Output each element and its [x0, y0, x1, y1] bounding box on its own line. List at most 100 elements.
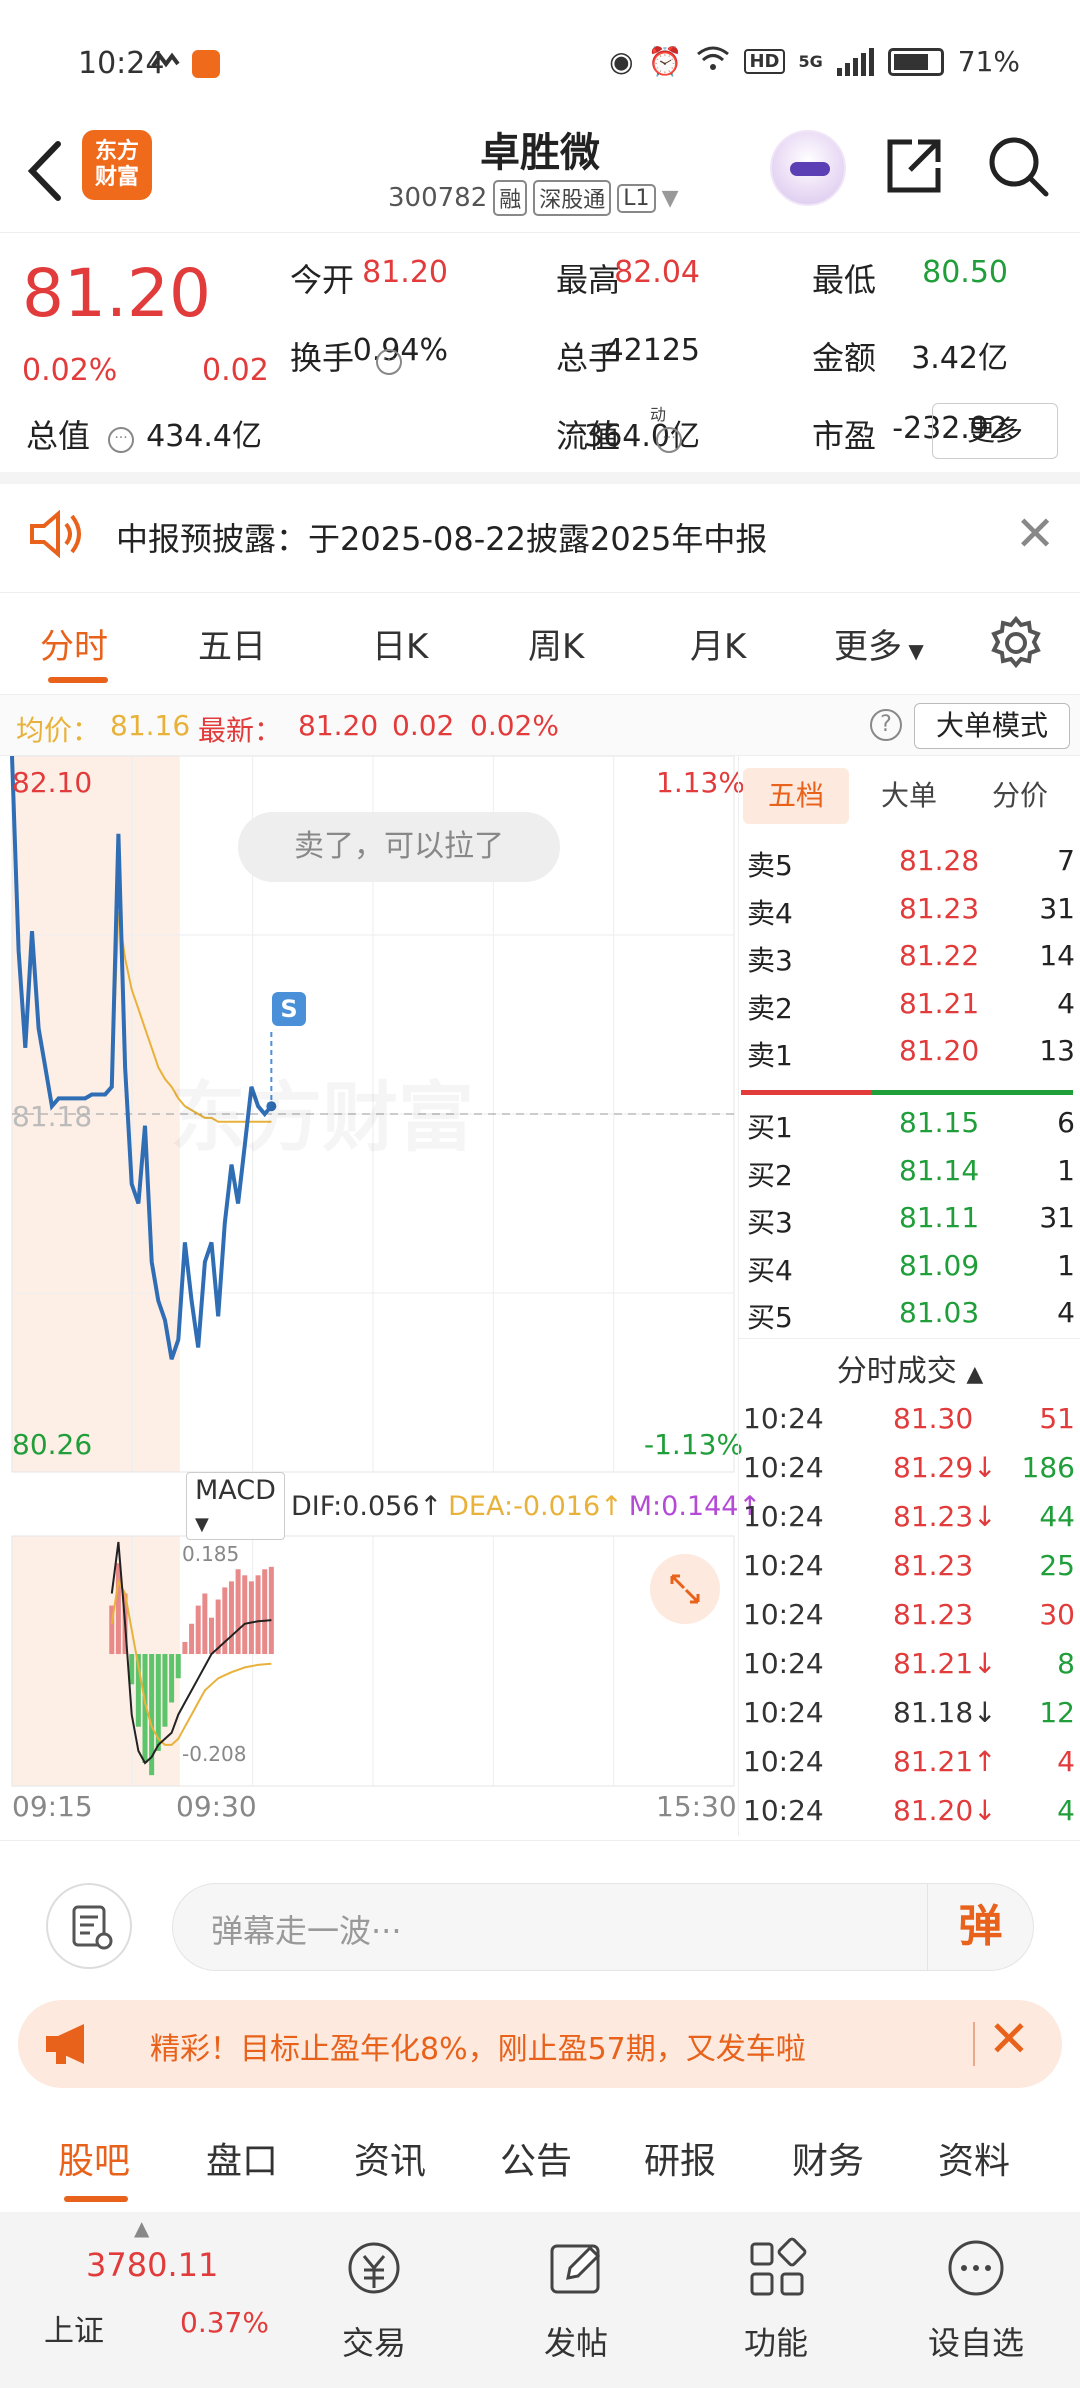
close-icon[interactable]: ✕ [1015, 506, 1055, 562]
more-dots-icon [948, 2240, 1004, 2296]
tab-more[interactable]: 更多 ▼ [834, 619, 924, 668]
bids-row[interactable]: 买3 81.11 31 [739, 1195, 1080, 1241]
price-point [131, 1184, 132, 1185]
tab-news[interactable]: 资讯 [354, 2132, 426, 2184]
tab-price-dist[interactable]: 分价 [965, 768, 1075, 824]
stock-header: 东方 财富 卓胜微 300782 融 深股通 L1 ▼ [0, 120, 1080, 232]
macd-top-label: 0.185 [182, 1542, 240, 1566]
caret-down-icon[interactable]: ▼ [662, 186, 679, 211]
search-icon[interactable] [986, 134, 1050, 198]
order-book-tabs: 五档 大单 分价 [739, 768, 1080, 824]
tab-forum[interactable]: 股吧 [58, 2132, 130, 2184]
edit-icon [550, 2244, 601, 2294]
chart-canvas [10, 756, 735, 1787]
asks-row[interactable]: 卖1 81.20 13 [739, 1028, 1080, 1074]
trade-price: 81.29↓ [893, 1451, 997, 1484]
info-icon[interactable]: ··· [108, 427, 134, 453]
trade-volume: 44 [1039, 1500, 1075, 1533]
settings-gear-icon[interactable] [988, 615, 1044, 675]
bids-row[interactable]: 买4 81.09 1 [739, 1243, 1080, 1289]
bids-level-label: 买3 [747, 1206, 793, 1239]
bids-row[interactable]: 买2 81.14 1 [739, 1148, 1080, 1194]
macd-bar [255, 1575, 261, 1655]
stock-code: 300782 [388, 183, 488, 213]
asks-row[interactable]: 卖5 81.28 7 [739, 838, 1080, 884]
quote-field-value: 82.04 [614, 255, 700, 290]
asks-row[interactable]: 卖4 81.23 31 [739, 886, 1080, 932]
tab-intraday[interactable]: 分时 [40, 619, 108, 668]
app-notification-icon [150, 52, 180, 76]
bids-volume: 4 [1057, 1296, 1075, 1329]
price-point [191, 1300, 192, 1301]
tab-weekly-k[interactable]: 周K [528, 619, 584, 668]
info-icon[interactable]: ··· [376, 349, 402, 375]
notes-icon[interactable] [46, 1883, 132, 1969]
nav-functions[interactable]: 功能 [676, 2212, 876, 2388]
sell-signal-marker[interactable]: S [272, 992, 306, 1026]
tab-profile[interactable]: 资料 [938, 2132, 1010, 2184]
share-icon[interactable] [882, 134, 946, 198]
price-point [238, 1203, 239, 1204]
close-icon[interactable]: ✕ [988, 2010, 1030, 2068]
tab-five-day[interactable]: 五日 [198, 619, 266, 668]
danmu-input[interactable]: 弹幕走一波··· 弹 [172, 1883, 1034, 1971]
more-quote-button[interactable]: 更多 [932, 403, 1058, 459]
help-icon[interactable]: ? [870, 709, 902, 741]
indicator-select-label: MACD [195, 1475, 276, 1506]
bids-price: 81.03 [899, 1296, 980, 1329]
nav-post[interactable]: 发帖 [476, 2212, 676, 2388]
trade-row: 10:24 81.29↓ 186 [739, 1445, 1080, 1491]
price-point [45, 1067, 46, 1068]
tab-big-orders[interactable]: 大单 [859, 768, 959, 824]
trades-header[interactable]: 分时成交 ▲ [739, 1346, 1080, 1390]
big-order-mode-button[interactable]: 大单模式 [914, 703, 1070, 749]
tab-announcements[interactable]: 公告 [500, 2132, 572, 2184]
intraday-chart[interactable]: 82.10 1.13% 80.26 -1.13% 81.18 东方财富 卖了，可… [0, 756, 761, 1836]
asks-level-label: 卖1 [747, 1039, 793, 1072]
nav-add-watchlist[interactable]: 设自选 [876, 2212, 1076, 2388]
price-point [178, 1339, 179, 1340]
price-point [25, 1047, 26, 1048]
tab-five-levels[interactable]: 五档 [743, 768, 849, 824]
trade-price: 81.30 [893, 1402, 974, 1435]
index-percent: 0.37% [180, 2306, 269, 2339]
price-point [18, 950, 19, 951]
dif-value: DIF:0.056↑ [290, 1490, 443, 1522]
promo-banner[interactable]: 精彩！目标止盈年化8%，刚止盈57期，又发车啦 ✕ [18, 2000, 1062, 2088]
info-icon[interactable]: ··· [656, 427, 682, 453]
tab-daily-k[interactable]: 日K [372, 619, 428, 668]
nav-trade-label: 交易 [341, 2324, 406, 2362]
tab-financials[interactable]: 财务 [792, 2132, 864, 2184]
trade-price: 81.23 [893, 1549, 974, 1582]
nav-trade[interactable]: 交易 [274, 2212, 474, 2388]
trade-time: 10:24 [743, 1696, 824, 1729]
quote-field-value: 81.20 [362, 255, 448, 290]
asks-volume: 13 [1039, 1034, 1075, 1067]
nav-post-label: 发帖 [543, 2324, 608, 2362]
danmu-send-button[interactable]: 弹 [927, 1884, 1033, 1970]
fullscreen-expand-icon[interactable] [650, 1554, 720, 1624]
tab-market-depth[interactable]: 盘口 [206, 2132, 278, 2184]
bids-row[interactable]: 买1 81.15 6 [739, 1100, 1080, 1146]
macd-bar [235, 1569, 241, 1655]
index-ticker[interactable]: ▲ 3780.11 上证 0.37% [38, 2212, 269, 2388]
notice-bar[interactable]: 中报预披露：于2025-08-22披露2025年中报 ✕ [0, 484, 1080, 590]
macd-bar [195, 1605, 201, 1655]
chart-high-price: 82.10 [12, 766, 93, 799]
trade-price: 81.21↑ [893, 1745, 997, 1778]
bottom-nav: ▲ 3780.11 上证 0.37% 交易 发帖 功能 设自选 [0, 2212, 1080, 2388]
tab-research[interactable]: 研报 [644, 2132, 716, 2184]
divider [973, 2022, 975, 2066]
asks-row[interactable]: 卖2 81.21 4 [739, 981, 1080, 1027]
ai-assistant-avatar[interactable] [770, 130, 846, 206]
latest-label: 最新： [198, 714, 283, 747]
tab-monthly-k[interactable]: 月K [690, 619, 746, 668]
comment-bubble[interactable]: 卖了，可以拉了 [238, 812, 560, 882]
trades-title: 分时成交 [836, 1354, 957, 1389]
bids-row[interactable]: 买5 81.03 4 [739, 1290, 1080, 1336]
asks-row[interactable]: 卖3 81.22 14 [739, 933, 1080, 979]
preopen-shade-macd [12, 1536, 180, 1786]
indicator-select[interactable]: MACD ▼ [186, 1472, 285, 1540]
current-price: 81.20 [22, 255, 211, 332]
price-point [211, 1242, 212, 1243]
